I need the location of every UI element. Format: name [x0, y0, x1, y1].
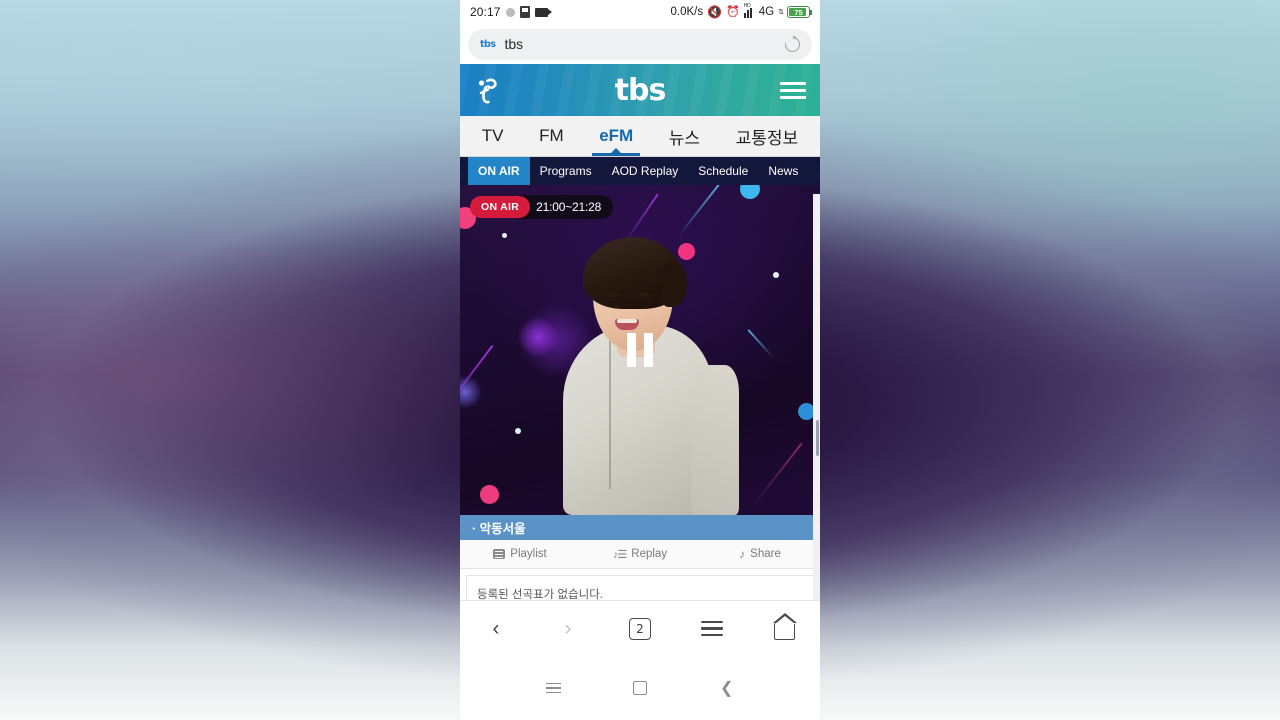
main-navigation: TV FM eFM 뉴스 교통정보 [460, 116, 820, 157]
mainnav-item-efm[interactable]: eFM [590, 116, 642, 156]
mute-icon: 🔇 [707, 5, 723, 19]
playlist-icon [493, 549, 506, 559]
subnav-item-aod-replay[interactable]: AOD Replay [602, 157, 689, 185]
mainnav-item-tv[interactable]: TV [473, 116, 513, 156]
browser-back-button[interactable]: ‹ [473, 606, 519, 652]
android-back-button[interactable]: ❮ [707, 668, 747, 708]
subnav-item-onair[interactable]: ON AIR [468, 157, 530, 185]
mainnav-item-traffic[interactable]: 교통정보 [727, 116, 808, 156]
network-type: 4G [758, 6, 775, 18]
hamburger-menu-icon[interactable] [766, 64, 820, 116]
address-bar[interactable]: tbs tbs [468, 28, 812, 60]
share-icon: ♪ [739, 547, 746, 561]
playlist-button-label: Playlist [510, 548, 547, 560]
replay-icon: ♪☰ [612, 548, 627, 561]
android-navigation-bar: ❮ [460, 656, 820, 720]
program-title-bar[interactable]: · 악동서울 [460, 515, 820, 540]
android-home-button[interactable] [620, 668, 660, 708]
page-scrollbar-thumb[interactable] [816, 420, 819, 456]
back-chevron-icon: ❮ [719, 680, 734, 697]
onair-badge: ON AIR [470, 196, 531, 218]
onair-time-range: 21:00~21:28 [518, 195, 614, 219]
share-button[interactable]: ♪ Share [700, 547, 820, 561]
network-speed: 0.0K/s [670, 6, 704, 18]
desktop-wallpaper: 20:17 0.0K/s 🔇 ⏰ HD 4G ⇅ 75 tbs tbs tbs … [0, 0, 1280, 720]
site-header: tbs [460, 64, 820, 116]
recents-icon [545, 682, 561, 694]
sd-card-icon [519, 6, 530, 18]
status-clock: 20:17 [470, 5, 501, 19]
onair-indicator: ON AIR 21:00~21:28 [470, 195, 614, 219]
share-button-label: Share [750, 548, 781, 560]
decor-dot [773, 272, 779, 278]
screen-record-icon [534, 7, 552, 17]
mainnav-item-news[interactable]: 뉴스 [660, 116, 709, 156]
decor-dot [515, 428, 521, 434]
record-dot-icon [505, 7, 515, 17]
live-player[interactable]: ON AIR 21:00~21:28 [460, 185, 820, 515]
browser-tabs-button[interactable]: 2 [617, 606, 663, 652]
home-square-icon [632, 681, 647, 695]
menu-icon [701, 621, 723, 636]
home-icon [772, 612, 797, 640]
mainnav-item-fm[interactable]: FM [530, 116, 573, 156]
player-action-row: Playlist ♪☰ Replay ♪ Share [460, 540, 820, 569]
replay-button[interactable]: ♪☰ Replay [580, 548, 700, 561]
reload-icon[interactable] [782, 33, 803, 55]
address-bar-text[interactable]: tbs [505, 36, 777, 52]
browser-menu-button[interactable] [689, 606, 735, 652]
browser-forward-button[interactable]: › [545, 606, 591, 652]
replay-button-label: Replay [631, 548, 668, 560]
battery-level: 75 [794, 7, 803, 17]
browser-urlbar-container: tbs tbs [460, 24, 820, 64]
alarm-icon: ⏰ [726, 5, 740, 18]
battery-icon: 75 [787, 6, 812, 18]
phone-viewport: 20:17 0.0K/s 🔇 ⏰ HD 4G ⇅ 75 tbs tbs tbs … [460, 0, 820, 720]
hd-label: HD [743, 2, 751, 9]
playlist-button[interactable]: Playlist [460, 548, 580, 560]
subnav-item-news[interactable]: News [758, 157, 808, 185]
decor-dot [502, 233, 507, 238]
browser-bottom-toolbar: ‹ › 2 [460, 600, 820, 656]
android-recents-button[interactable] [533, 668, 573, 708]
browser-home-button[interactable] [761, 606, 807, 652]
subnav-item-schedule[interactable]: Schedule [688, 157, 758, 185]
status-bar-left: 20:17 [470, 5, 552, 19]
site-favicon: tbs [480, 38, 496, 50]
subnav-item-programs[interactable]: Programs [530, 157, 602, 185]
signal-bars-icon: HD [743, 3, 755, 18]
status-bar: 20:17 0.0K/s 🔇 ⏰ HD 4G ⇅ 75 [460, 0, 820, 24]
page-scrollbar-track[interactable] [813, 194, 820, 628]
decor-dot [480, 485, 499, 504]
tab-count-badge: 2 [629, 617, 651, 640]
pause-button[interactable] [627, 333, 653, 367]
status-bar-right: 0.0K/s 🔇 ⏰ HD 4G ⇅ 75 [670, 3, 812, 19]
data-arrows-icon: ⇅ [778, 9, 784, 16]
sub-navigation: ON AIR Programs AOD Replay Schedule News [460, 157, 820, 185]
program-title: · 악동서울 [472, 522, 526, 536]
